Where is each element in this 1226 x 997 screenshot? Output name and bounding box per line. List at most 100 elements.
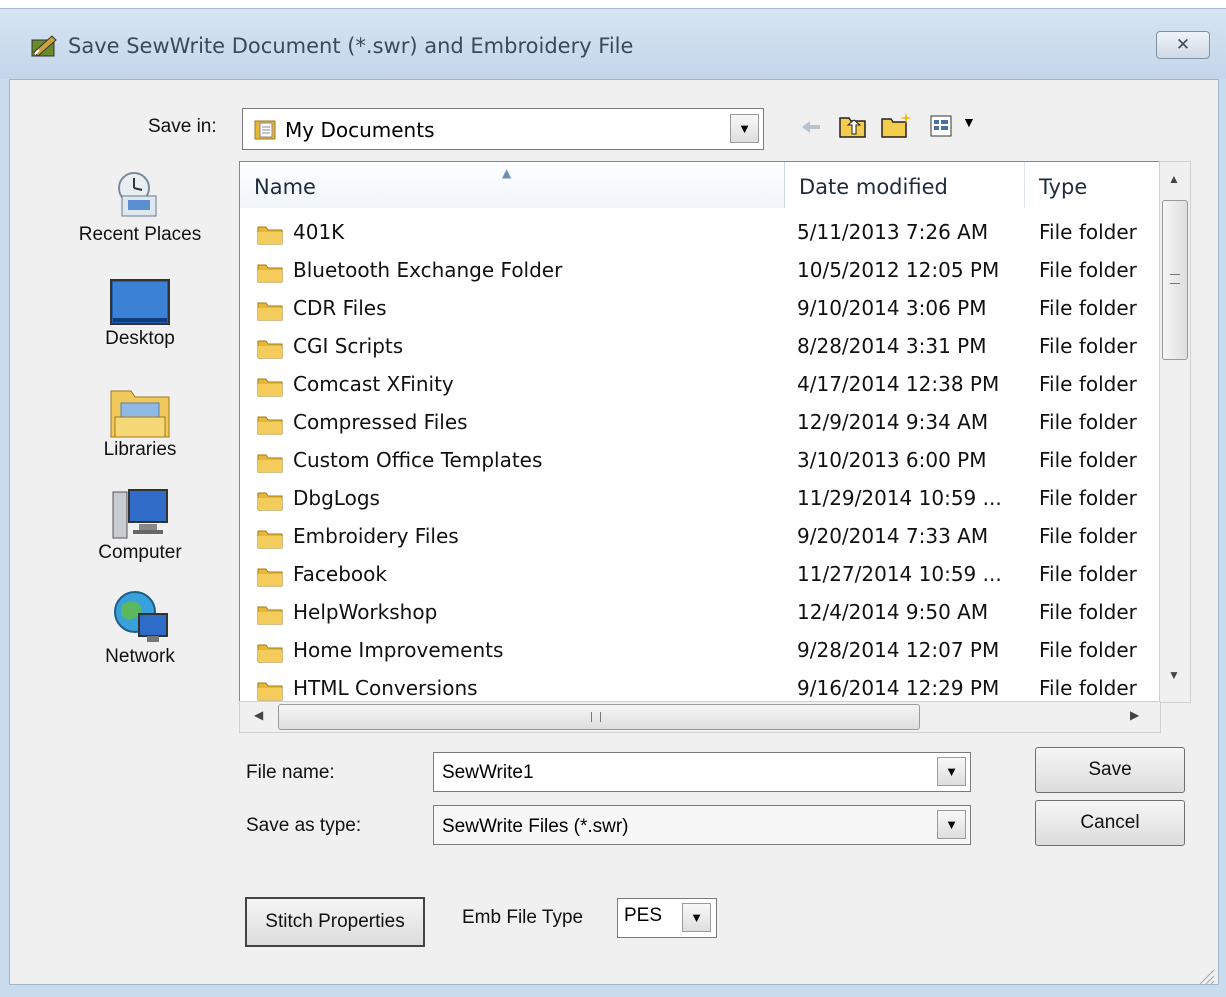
emb-file-type-value: PES (624, 905, 663, 926)
resize-grip-icon[interactable] (1196, 966, 1216, 986)
desktop-icon (109, 278, 171, 328)
row-type: File folder (1039, 220, 1137, 244)
row-name: HelpWorkshop (293, 600, 438, 624)
libraries-icon (109, 383, 171, 439)
row-name: Embroidery Files (293, 524, 459, 548)
background-strip (0, 0, 1226, 9)
close-button[interactable]: ✕ (1156, 31, 1210, 59)
network-icon (109, 588, 171, 646)
new-folder-icon[interactable] (880, 110, 914, 140)
save-button[interactable]: Save (1035, 747, 1185, 793)
scroll-left-icon[interactable]: ◀ (254, 708, 263, 722)
folder-icon (257, 262, 283, 283)
save-in-dropdown-button[interactable]: ▼ (730, 114, 759, 143)
table-row[interactable]: Custom Office Templates 3/10/2013 6:00 PM… (240, 442, 1160, 480)
table-row[interactable]: DbgLogs 11/29/2014 10:59 ... File folder (240, 480, 1160, 518)
column-header-date[interactable]: Date modified (785, 162, 1025, 208)
places-label-desktop: Desktop (105, 328, 175, 349)
file-name-dropdown-button[interactable]: ▼ (937, 757, 966, 786)
row-type: File folder (1039, 258, 1137, 282)
vertical-scroll-thumb[interactable] (1162, 200, 1188, 360)
row-type: File folder (1039, 562, 1137, 586)
row-type: File folder (1039, 676, 1137, 700)
table-row[interactable]: CGI Scripts 8/28/2014 3:31 PM File folder (240, 328, 1160, 366)
table-row[interactable]: HelpWorkshop 12/4/2014 9:50 AM File folder (240, 594, 1160, 632)
row-type: File folder (1039, 296, 1137, 320)
column-header-type[interactable]: Type (1025, 162, 1160, 208)
back-arrow-icon[interactable] (798, 115, 824, 139)
folder-icon (257, 224, 283, 245)
row-date-modified: 11/29/2014 10:59 ... (797, 486, 1002, 510)
folder-icon (257, 604, 283, 625)
table-row[interactable]: HTML Conversions 9/16/2014 12:29 PM File f… (240, 670, 1160, 702)
table-row[interactable]: Embroidery Files 9/20/2014 7:33 AM File fo… (240, 518, 1160, 556)
places-item-libraries[interactable]: Libraries (65, 383, 215, 461)
emb-file-type-dropdown[interactable]: PES ▼ (617, 898, 717, 938)
save-in-value: My Documents (285, 118, 435, 142)
table-row[interactable]: Bluetooth Exchange Folder 10/5/2012 12:05… (240, 252, 1160, 290)
save-as-type-value: SewWrite Files (*.swr) (442, 816, 629, 837)
folder-icon (257, 642, 283, 663)
row-type: File folder (1039, 410, 1137, 434)
places-item-computer[interactable]: Computer (65, 486, 215, 564)
row-date-modified: 11/27/2014 10:59 ... (797, 562, 1002, 586)
places-label-libraries: Libraries (103, 439, 177, 460)
table-row[interactable]: Home Improvements 9/28/2014 12:07 PM File … (240, 632, 1160, 670)
up-folder-icon[interactable] (838, 112, 868, 140)
column-header-name-label: Name (254, 175, 316, 199)
row-date-modified: 9/28/2014 12:07 PM (797, 638, 1000, 662)
row-date-modified: 12/4/2014 9:50 AM (797, 600, 989, 624)
documents-folder-icon (253, 117, 277, 141)
row-type: File folder (1039, 334, 1137, 358)
horizontal-scroll-thumb[interactable] (278, 704, 920, 730)
places-item-recent[interactable]: Recent Places (65, 168, 215, 246)
row-date-modified: 9/16/2014 12:29 PM (797, 676, 1000, 700)
places-item-network[interactable]: Network (65, 588, 215, 668)
recent-places-icon (112, 168, 168, 224)
table-row[interactable]: CDR Files 9/10/2014 3:06 PM File folder (240, 290, 1160, 328)
places-label-recent: Recent Places (78, 224, 202, 245)
row-type: File folder (1039, 448, 1137, 472)
row-name: DbgLogs (293, 486, 380, 510)
table-row[interactable]: Compressed Files 12/9/2014 9:34 AM File fo… (240, 404, 1160, 442)
folder-icon (257, 566, 283, 587)
row-name: CGI Scripts (293, 334, 404, 358)
row-type: File folder (1039, 486, 1137, 510)
folder-icon (257, 414, 283, 435)
horizontal-scrollbar[interactable]: ◀ ▶ (239, 701, 1161, 733)
stitch-properties-button[interactable]: Stitch Properties (245, 897, 425, 947)
folder-icon (257, 528, 283, 549)
table-row[interactable]: Comcast XFinity 4/17/2014 12:38 PM File fo… (240, 366, 1160, 404)
scroll-down-icon[interactable]: ▼ (1168, 668, 1180, 682)
vertical-scrollbar[interactable]: ▲ ▼ (1159, 161, 1191, 703)
save-as-type-dropdown-button[interactable]: ▼ (937, 810, 966, 839)
cancel-button[interactable]: Cancel (1035, 800, 1185, 846)
folder-icon (257, 300, 283, 321)
column-header-name[interactable]: Name ▲ (240, 162, 785, 208)
views-dropdown-arrow[interactable]: ▼ (962, 114, 976, 130)
save-in-dropdown[interactable]: My Documents ▼ (242, 108, 764, 150)
folder-icon (257, 452, 283, 473)
row-date-modified: 3/10/2013 6:00 PM (797, 448, 987, 472)
save-as-type-dropdown[interactable]: SewWrite Files (*.swr) ▼ (433, 805, 971, 845)
table-row[interactable]: Facebook 11/27/2014 10:59 ... File folder (240, 556, 1160, 594)
row-date-modified: 9/20/2014 7:33 AM (797, 524, 989, 548)
row-name: Home Improvements (293, 638, 504, 662)
save-in-label: Save in: (148, 116, 217, 137)
file-name-field[interactable]: SewWrite1 ▼ (433, 752, 971, 792)
file-list[interactable]: Name ▲ Date modified Type 401K 5/11/2013 … (239, 161, 1161, 703)
emb-file-type-dropdown-button[interactable]: ▼ (682, 903, 711, 932)
scroll-up-icon[interactable]: ▲ (1168, 172, 1180, 186)
row-date-modified: 5/11/2013 7:26 AM (797, 220, 989, 244)
scroll-right-icon[interactable]: ▶ (1130, 708, 1139, 722)
row-date-modified: 10/5/2012 12:05 PM (797, 258, 1000, 282)
save-as-type-label: Save as type: (246, 815, 362, 836)
folder-icon (257, 680, 283, 701)
views-menu-icon[interactable] (930, 113, 960, 139)
row-type: File folder (1039, 524, 1137, 548)
folder-icon (257, 338, 283, 359)
places-bar: Recent Places Desktop Libraries Computer… (65, 168, 215, 668)
places-item-desktop[interactable]: Desktop (65, 278, 215, 350)
table-row[interactable]: 401K 5/11/2013 7:26 AM File folder (240, 214, 1160, 252)
emb-file-type-label: Emb File Type (462, 907, 584, 928)
